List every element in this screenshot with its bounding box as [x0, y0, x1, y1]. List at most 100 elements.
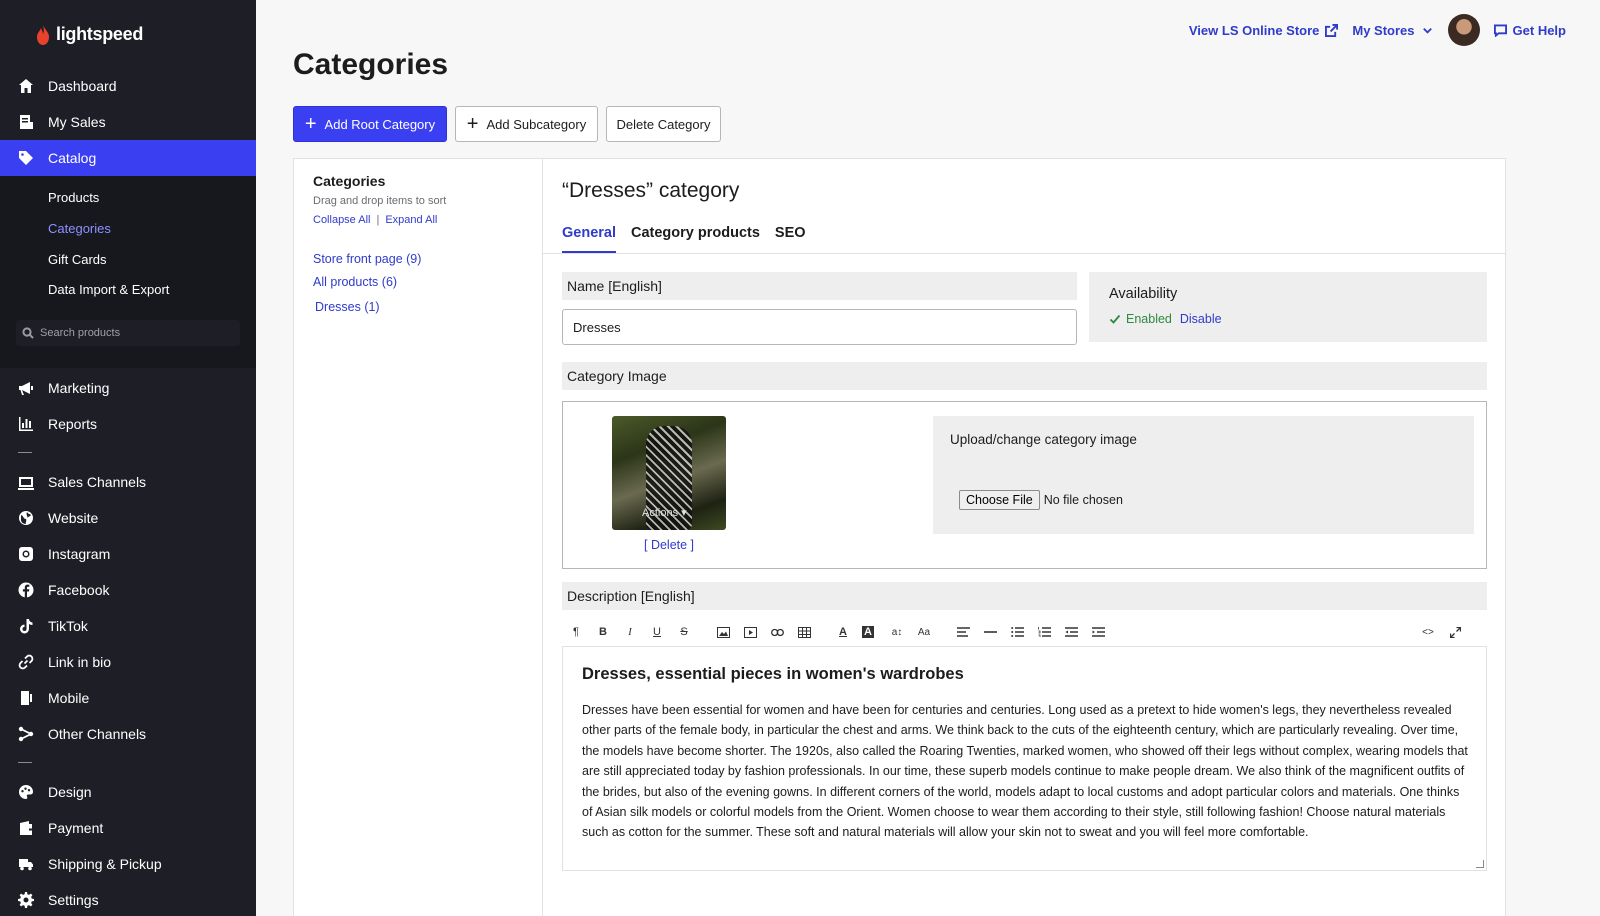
highlight-icon[interactable]: A	[862, 626, 874, 638]
truck-icon	[18, 856, 34, 872]
tree-node[interactable]: All products (6)	[313, 275, 397, 289]
tree-node[interactable]: Dresses (1)	[315, 300, 380, 314]
paragraph-icon[interactable]: ¶	[568, 624, 584, 640]
collapse-all-link[interactable]: Collapse All	[313, 214, 370, 226]
video-icon[interactable]	[742, 624, 758, 640]
tab-category-products[interactable]: Category products	[631, 225, 760, 253]
nav-design[interactable]: Design	[0, 774, 256, 810]
nav-settings[interactable]: Settings	[0, 882, 256, 916]
nav-tiktok[interactable]: TikTok	[0, 608, 256, 644]
numbered-list-icon[interactable]	[1036, 624, 1052, 640]
nav-label: Mobile	[48, 690, 90, 706]
toggle-divider: |	[376, 214, 380, 226]
chevron-down-icon	[1422, 27, 1432, 34]
add-subcategory-button[interactable]: + Add Subcategory	[455, 106, 598, 142]
nav-shipping[interactable]: Shipping & Pickup	[0, 846, 256, 882]
underline-icon[interactable]: U	[649, 624, 665, 640]
nav-label: Dashboard	[48, 78, 117, 94]
nav-link-in-bio[interactable]: Link in bio	[0, 644, 256, 680]
description-label: Description [English]	[562, 582, 1487, 610]
tree-node[interactable]: Store front page (9)	[313, 252, 421, 266]
category-tree: Categories Drag and drop items to sort C…	[294, 159, 543, 916]
nav-website[interactable]: Website	[0, 500, 256, 536]
expand-all-link[interactable]: Expand All	[385, 214, 437, 226]
get-help-link[interactable]: Get Help	[1493, 22, 1566, 38]
code-view-icon[interactable]: <>	[1420, 624, 1436, 640]
nav-label: Link in bio	[48, 654, 112, 670]
delete-category-button[interactable]: Delete Category	[606, 106, 721, 142]
horizontal-rule-icon[interactable]	[982, 624, 998, 640]
font-family-icon[interactable]: Aa	[916, 624, 932, 640]
nav-catalog[interactable]: Catalog	[0, 140, 256, 176]
upload-title: Upload/change category image	[950, 432, 1137, 447]
nav-label: Other Channels	[48, 726, 147, 742]
font-size-icon[interactable]: a↕	[889, 624, 905, 640]
nav-marketing[interactable]: Marketing	[0, 370, 256, 406]
outdent-icon[interactable]	[1063, 624, 1079, 640]
name-input[interactable]	[562, 309, 1077, 345]
resize-handle-icon[interactable]	[1476, 860, 1484, 868]
nav-reports[interactable]: Reports	[0, 406, 256, 442]
link-icon[interactable]	[769, 624, 785, 640]
add-root-category-button[interactable]: + Add Root Category	[293, 106, 447, 142]
indent-icon[interactable]	[1090, 624, 1106, 640]
link-icon	[18, 654, 34, 670]
view-store-link[interactable]: View LS Online Store	[1189, 23, 1339, 38]
tag-icon	[18, 150, 34, 166]
subnav-categories[interactable]: Categories	[48, 221, 111, 236]
nav-sales-channels[interactable]: Sales Channels	[0, 464, 256, 500]
tab-seo[interactable]: SEO	[775, 225, 806, 253]
bold-icon[interactable]: B	[595, 624, 611, 640]
nav-label: Marketing	[48, 380, 110, 396]
my-stores-dropdown[interactable]: My Stores	[1352, 23, 1433, 38]
get-help-label: Get Help	[1512, 22, 1566, 38]
tab-general[interactable]: General	[562, 225, 616, 253]
nav-label: TikTok	[48, 618, 88, 634]
search-input[interactable]	[40, 327, 230, 339]
receipt-icon	[18, 114, 34, 130]
category-image-box: Actions ▾ [ Delete ] Upload/change categ…	[562, 401, 1487, 569]
nav-my-sales[interactable]: My Sales	[0, 104, 256, 140]
nav-label: Instagram	[48, 546, 111, 562]
description-editor[interactable]: Dresses, essential pieces in women's war…	[562, 647, 1487, 871]
image-icon[interactable]	[715, 624, 731, 640]
disable-link[interactable]: Disable	[1180, 312, 1222, 326]
my-stores-label: My Stores	[1352, 22, 1415, 38]
chat-bubble-icon	[1493, 23, 1507, 37]
align-left-icon[interactable]	[955, 624, 971, 640]
nav-facebook[interactable]: Facebook	[0, 572, 256, 608]
delete-image-link[interactable]: [ Delete ]	[644, 538, 694, 552]
image-actions-dropdown[interactable]: Actions ▾	[642, 506, 687, 519]
bullet-list-icon[interactable]	[1009, 624, 1025, 640]
subnav-products[interactable]: Products	[48, 190, 99, 205]
nav-payment[interactable]: Payment	[0, 810, 256, 846]
availability-box: Availability Enabled Disable	[1089, 272, 1487, 342]
category-panel: Categories Drag and drop items to sort C…	[293, 158, 1506, 916]
editor-toolbar: ¶ B I U S A A a↕ Aa <>	[562, 617, 1487, 647]
nav-instagram[interactable]: Instagram	[0, 536, 256, 572]
subnav-gift-cards[interactable]: Gift Cards	[48, 252, 107, 267]
nav-mobile[interactable]: Mobile	[0, 680, 256, 716]
availability-status: Enabled Disable	[1109, 312, 1222, 326]
fullscreen-icon[interactable]	[1447, 624, 1463, 640]
nav-label: Shipping & Pickup	[48, 856, 162, 872]
mobile-icon	[18, 690, 34, 706]
avatar[interactable]	[1447, 14, 1480, 46]
plus-icon: +	[304, 113, 317, 135]
choose-file-button[interactable]: Choose File	[959, 490, 1040, 510]
channels-icon	[18, 474, 34, 490]
nav-other-channels[interactable]: Other Channels	[0, 716, 256, 752]
nav-label: Website	[48, 510, 99, 526]
category-image-thumbnail[interactable]: Actions ▾	[612, 416, 726, 530]
table-icon[interactable]	[796, 624, 812, 640]
home-icon	[18, 78, 34, 94]
nav-dashboard[interactable]: Dashboard	[0, 68, 256, 104]
font-color-icon[interactable]: A	[835, 624, 851, 640]
checkmark-icon	[1109, 314, 1121, 324]
strikethrough-icon[interactable]: S	[676, 624, 692, 640]
brand-logo[interactable]: lightspeed	[36, 24, 143, 45]
italic-icon[interactable]: I	[622, 624, 638, 640]
nav-label: Sales Channels	[48, 474, 147, 490]
subnav-data-import[interactable]: Data Import & Export	[48, 282, 169, 297]
nav-label: Design	[48, 784, 92, 800]
